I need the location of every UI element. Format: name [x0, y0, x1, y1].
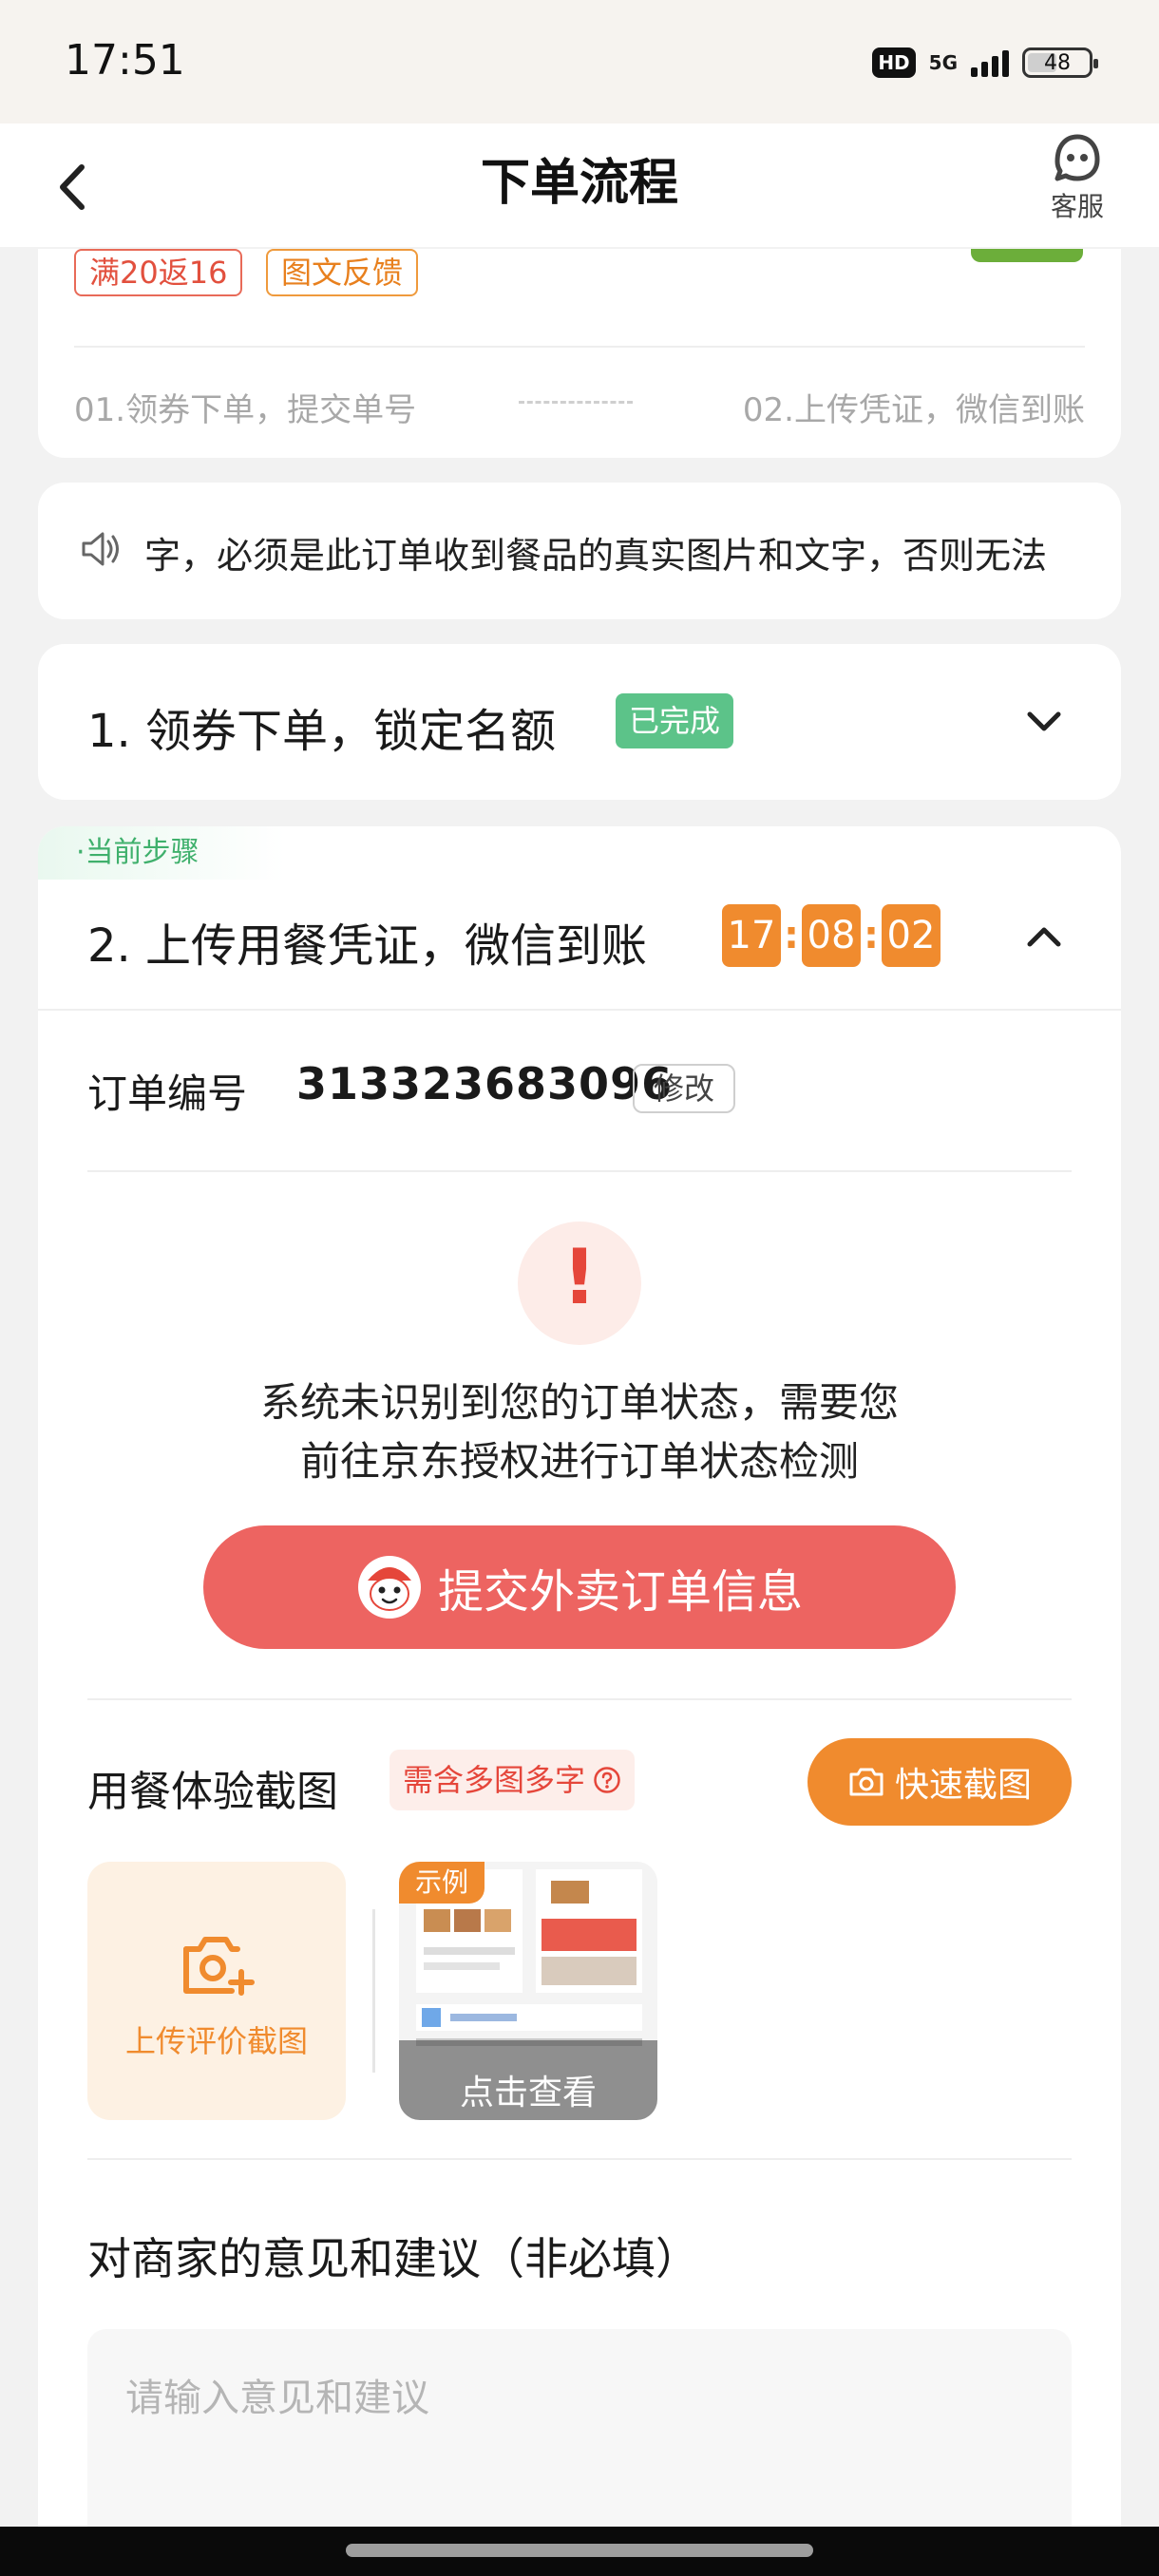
battery-text: 48 — [1044, 50, 1071, 75]
timer-seconds: 02 — [882, 904, 940, 967]
joy-mascot-icon — [357, 1556, 421, 1619]
quick-screenshot-button[interactable]: 快速截图 — [808, 1738, 1072, 1826]
divider — [87, 1170, 1072, 1172]
step-2-card: ·当前步骤 2. 上传用餐凭证，微信到账 17 : 08 : 02 订单编号 3… — [38, 826, 1121, 2576]
divider — [38, 1009, 1121, 1011]
screenshot-hint-text: 需含多图多字 — [403, 1762, 586, 1798]
summary-card: 满20返16 图文反馈 01.领券下单，提交单号 02.上传凭证，微信到账 — [38, 249, 1121, 458]
advice-title: 对商家的意见和建议（非必填） — [87, 2233, 699, 2284]
timer-minutes: 08 — [802, 904, 861, 967]
notice-fade — [1064, 483, 1121, 619]
chevron-down-icon[interactable] — [1024, 701, 1064, 741]
timer-separator: : — [864, 914, 879, 957]
flow-connector — [519, 401, 633, 404]
advice-placeholder: 请输入意见和建议 — [125, 2377, 429, 2420]
feedback-type-tag: 图文反馈 — [266, 249, 419, 296]
signal-icon — [971, 48, 1009, 77]
customer-service-label: 客服 — [1050, 191, 1104, 222]
completed-badge: 已完成 — [616, 693, 734, 748]
meal-screenshot-title: 用餐体验截图 — [87, 1768, 338, 1816]
step-1-title: 1. 领券下单，锁定名额 — [87, 705, 557, 758]
home-indicator[interactable] — [346, 2544, 813, 2557]
edit-order-button[interactable]: 修改 — [633, 1064, 736, 1113]
camera-plus-icon — [183, 1937, 255, 1996]
customer-service-button[interactable]: 客服 — [1030, 133, 1125, 228]
flow-step-1: 01.领券下单，提交单号 — [74, 391, 417, 429]
divider — [87, 1698, 1072, 1700]
step-1-card[interactable]: 1. 领券下单，锁定名额 已完成 — [38, 644, 1121, 800]
current-step-tag: ·当前步骤 — [38, 826, 285, 880]
upload-review-screenshot-button[interactable]: 上传评价截图 — [87, 1862, 346, 2120]
speaker-icon — [82, 532, 119, 566]
customer-service-icon — [1054, 134, 1100, 181]
hd-icon: HD — [872, 47, 916, 78]
view-example-label: 点击查看 — [459, 2074, 597, 2112]
divider — [74, 346, 1085, 348]
quick-screenshot-label: 快速截图 — [894, 1766, 1032, 1805]
submit-order-info-button[interactable]: 提交外卖订单信息 — [203, 1525, 956, 1649]
countdown-timer: 17 : 08 : 02 — [722, 904, 940, 967]
cashback-tag: 满20返16 — [74, 249, 243, 296]
order-number-value: 313323683096 — [296, 1058, 674, 1109]
submit-order-info-label: 提交外卖订单信息 — [437, 1565, 803, 1619]
network-label: 5G — [928, 51, 958, 74]
example-tag: 示例 — [399, 1862, 484, 1904]
screenshot-hint-badge[interactable]: 需含多图多字 — [390, 1750, 636, 1810]
step-2-title: 2. 上传用餐凭证，微信到账 — [87, 919, 648, 973]
alert-message-line-1: 系统未识别到您的订单状态，需要您 — [259, 1379, 899, 1426]
upload-review-label: 上传评价截图 — [124, 2023, 308, 2059]
battery-icon: 48 — [1022, 47, 1098, 78]
alert-icon: ! — [518, 1222, 641, 1345]
alert-message-line-2: 前往京东授权进行订单状态检测 — [299, 1438, 859, 1485]
example-screenshot[interactable]: 示例 点击查看 — [399, 1862, 657, 2120]
notice-text: 字，必须是此订单收到餐品的真实图片和文字，否则无法 — [144, 535, 1048, 577]
divider — [87, 2158, 1072, 2160]
store-logo — [971, 249, 1083, 262]
camera-icon — [849, 1768, 884, 1796]
system-nav-bar — [0, 2527, 1159, 2576]
status-bar: 17:51 HD 5G 48 — [0, 0, 1159, 123]
timer-hours: 17 — [722, 904, 781, 967]
divider — [372, 1909, 375, 2073]
timer-separator: : — [784, 914, 799, 957]
status-icons: HD 5G 48 — [872, 42, 1098, 84]
chevron-up-icon[interactable] — [1024, 918, 1064, 957]
alert-mark: ! — [561, 1233, 598, 1321]
notice-bar: 字，必须是此订单收到餐品的真实图片和文字，否则无法 — [38, 483, 1121, 619]
flow-step-2: 02.上传凭证，微信到账 — [742, 391, 1085, 429]
page-title: 下单流程 — [480, 155, 678, 212]
status-time: 17:51 — [65, 36, 185, 85]
help-icon — [594, 1767, 620, 1793]
order-number-label: 订单编号 — [87, 1070, 248, 1117]
